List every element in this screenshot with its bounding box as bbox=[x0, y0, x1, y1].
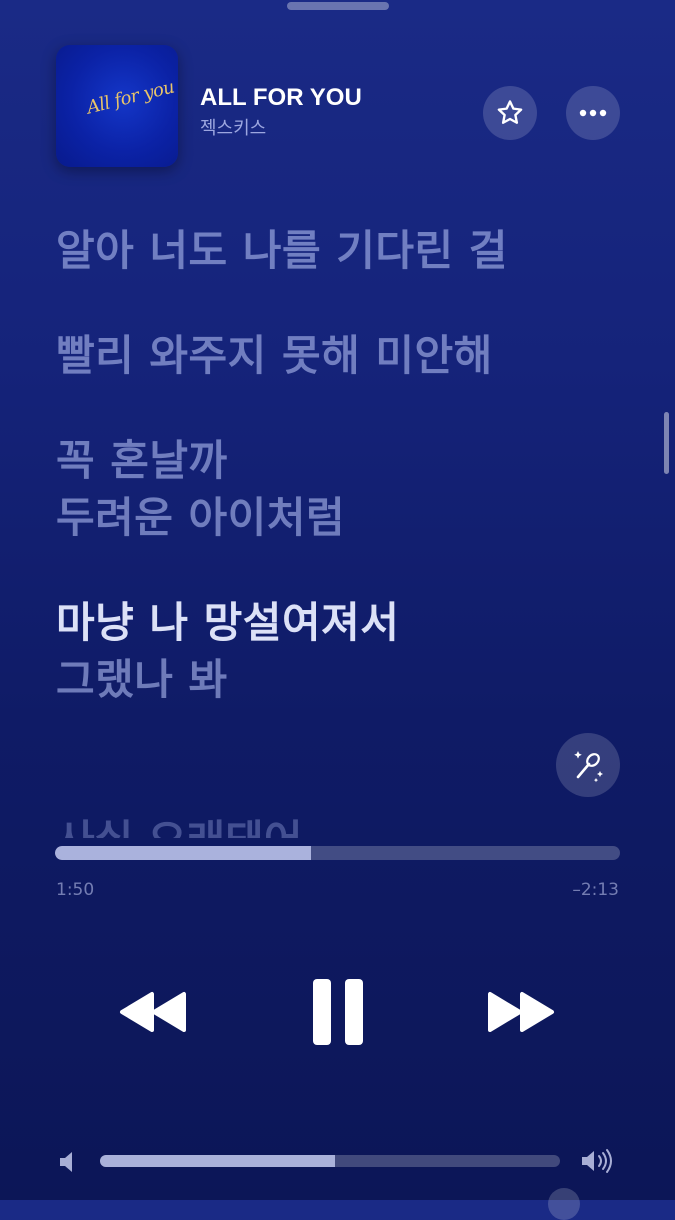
scroll-indicator bbox=[664, 412, 669, 474]
lyric-line: 알아 너도 나를 기다린 걸 bbox=[56, 226, 508, 275]
pause-button[interactable] bbox=[306, 976, 370, 1048]
sparkle-microphone-icon bbox=[574, 751, 603, 783]
album-artwork[interactable]: All for you bbox=[56, 45, 178, 167]
album-art-lettering: All for you bbox=[84, 76, 177, 119]
speaker-low-icon bbox=[60, 1152, 72, 1172]
pause-icon bbox=[313, 979, 363, 1045]
volume-level-fill bbox=[100, 1155, 335, 1167]
lyric-line: 꼭 혼날까 bbox=[56, 436, 228, 485]
lyric-line-upcoming[interactable]: 사실 오래돼어 bbox=[56, 812, 302, 838]
artist-name[interactable]: 젝스키스 bbox=[200, 114, 266, 140]
lyric-block[interactable]: 꼭 혼날까두려운 아이처럼 bbox=[56, 432, 636, 546]
lyric-line: 그랬나 봐 bbox=[56, 655, 228, 704]
lyrics-view[interactable]: 알아 너도 나를 기다린 걸빨리 와주지 못해 미안해꼭 혼날까두려운 아이처럼… bbox=[56, 222, 636, 756]
lyric-block[interactable]: 빨리 와주지 못해 미안해 bbox=[56, 327, 636, 384]
star-icon bbox=[497, 100, 523, 124]
airplay-button[interactable] bbox=[548, 1188, 580, 1220]
favorite-button[interactable] bbox=[483, 86, 537, 140]
playback-scrubber[interactable] bbox=[55, 846, 620, 860]
remaining-time: –2:13 bbox=[572, 880, 619, 900]
fast-forward-button[interactable] bbox=[484, 988, 556, 1036]
ellipsis-icon bbox=[579, 109, 607, 117]
lyric-block[interactable]: 알아 너도 나를 기다린 걸 bbox=[56, 222, 636, 279]
fast-forward-icon bbox=[488, 992, 554, 1032]
volume-slider[interactable] bbox=[100, 1155, 560, 1167]
lyric-block[interactable]: 마냥 나 망설여져서그랬나 봐 bbox=[56, 594, 636, 708]
more-options-button[interactable] bbox=[566, 86, 620, 140]
lyric-line: 두려운 아이처럼 bbox=[56, 493, 346, 542]
sheet-grabber[interactable] bbox=[287, 2, 389, 10]
rewind-icon bbox=[120, 992, 186, 1032]
lyric-line: 마냥 나 망설여져서 bbox=[56, 598, 400, 647]
rewind-button[interactable] bbox=[118, 988, 190, 1036]
lyric-line: 빨리 와주지 못해 미안해 bbox=[56, 331, 493, 380]
elapsed-time: 1:50 bbox=[56, 880, 95, 900]
song-title[interactable]: ALL FOR YOU bbox=[200, 84, 362, 112]
speaker-high-icon bbox=[582, 1149, 612, 1173]
sing-along-button[interactable] bbox=[556, 733, 620, 797]
playback-progress-fill bbox=[55, 846, 311, 860]
